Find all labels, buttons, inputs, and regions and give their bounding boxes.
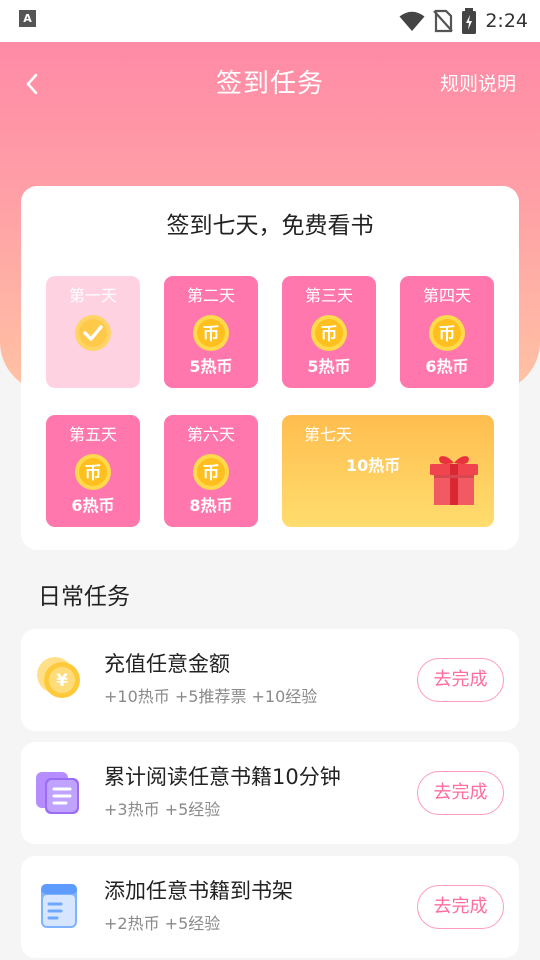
yen-coin-icon: ¥ [37, 657, 80, 698]
wifi-icon [399, 11, 425, 31]
clock: 2:24 [485, 10, 528, 32]
no-sim-icon [433, 9, 454, 33]
status-bar: A 2:24 [0, 0, 540, 42]
task-reading: 累计阅读任意书籍10分钟 +3热币 +5经验 去完成 [21, 742, 519, 844]
day-6-card[interactable]: 第六天 币 8热币 [164, 415, 258, 527]
complete-task-button[interactable]: 去完成 [417, 771, 504, 815]
task-recharge: ¥ 充值任意金额 +10热币 +5推荐票 +10经验 去完成 [21, 629, 519, 731]
task-reward: +3热币 +5经验 [104, 800, 221, 819]
svg-text:币: 币 [85, 464, 102, 484]
svg-text:币: 币 [203, 325, 220, 345]
daily-tasks-title: 日常任务 [38, 584, 130, 610]
day-reward: 8热币 [189, 496, 233, 515]
documents-icon [36, 772, 79, 814]
day-label: 第二天 [186, 286, 235, 305]
checkmark-coin-icon [75, 315, 111, 351]
day-label: 第六天 [186, 425, 235, 444]
coin-icon: 币 [75, 454, 111, 490]
day-reward: 6热币 [425, 357, 469, 376]
status-icons: 2:24 [399, 6, 528, 36]
day-label: 第四天 [422, 286, 471, 305]
svg-text:¥: ¥ [56, 671, 68, 691]
battery-charging-icon [462, 8, 477, 34]
svg-text:币: 币 [203, 464, 220, 484]
task-reward: +2热币 +5经验 [104, 914, 221, 933]
day-label: 第三天 [304, 286, 353, 305]
task-title: 累计阅读任意书籍10分钟 [104, 765, 341, 789]
complete-task-button[interactable]: 去完成 [417, 885, 504, 929]
svg-text:币: 币 [321, 325, 338, 345]
coin-icon: 币 [429, 315, 465, 351]
svg-text:币: 币 [439, 325, 456, 345]
signin-title: 签到七天，免费看书 [166, 213, 374, 239]
day-label: 第一天 [68, 286, 117, 305]
day-4-card[interactable]: 第四天 币 6热币 [400, 276, 494, 388]
rules-link[interactable]: 规则说明 [440, 68, 516, 100]
day-3-card[interactable]: 第三天 币 5热币 [282, 276, 376, 388]
task-bookshelf: 添加任意书籍到书架 +2热币 +5经验 去完成 [21, 856, 519, 958]
book-icon [41, 884, 77, 928]
day-reward: 10热币 [346, 456, 401, 475]
day-label: 第五天 [68, 425, 117, 444]
day-7-card[interactable]: 第七天 10热币 [282, 415, 494, 527]
task-title: 充值任意金额 [104, 652, 230, 676]
day-2-card[interactable]: 第二天 币 5热币 [164, 276, 258, 388]
day-reward: 5热币 [189, 357, 233, 376]
gift-icon [430, 456, 478, 505]
day-label: 第七天 [304, 425, 353, 444]
day-5-card[interactable]: 第五天 币 6热币 [46, 415, 140, 527]
signin-card: 签到七天，免费看书 第一天 第二天 币 5热币 第三天 币 5热币 第四天 币 … [21, 186, 519, 550]
coin-icon: 币 [311, 315, 347, 351]
coin-icon: 币 [193, 454, 229, 490]
task-reward: +10热币 +5推荐票 +10经验 [104, 687, 318, 706]
day-reward: 5热币 [307, 357, 351, 376]
notification-a-icon: A [19, 10, 36, 27]
complete-task-button[interactable]: 去完成 [417, 658, 504, 702]
task-title: 添加任意书籍到书架 [104, 879, 293, 903]
coin-icon: 币 [193, 315, 229, 351]
day-1-card[interactable]: 第一天 [46, 276, 140, 388]
day-reward: 6热币 [71, 496, 115, 515]
